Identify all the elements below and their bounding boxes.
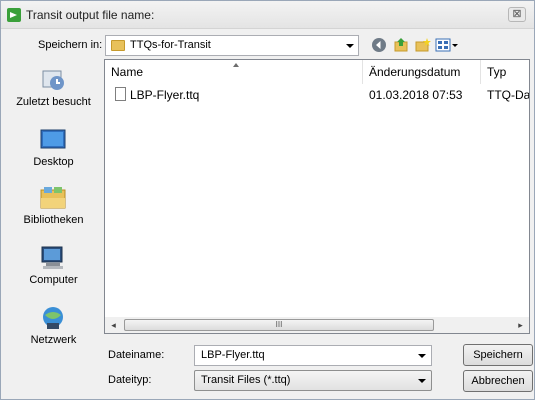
close-button[interactable]: ⊠ [508, 7, 526, 22]
place-label: Bibliotheken [23, 214, 84, 226]
column-header-name[interactable]: Name [105, 60, 363, 84]
column-label: Typ [487, 65, 507, 79]
file-name: LBP-Flyer.ttq [130, 88, 200, 102]
save-in-label: Speichern in: [38, 39, 103, 51]
filetype-label: Dateityp: [108, 374, 152, 386]
computer-icon [41, 246, 63, 269]
column-header-modified[interactable]: Änderungsdatum [363, 60, 481, 84]
file-icon [115, 87, 126, 101]
filetype-select[interactable]: Transit Files (*.ttq) [194, 370, 432, 391]
filename-input[interactable]: LBP-Flyer.ttq [194, 345, 432, 366]
horizontal-scrollbar[interactable]: ◂ III ▸ [104, 317, 530, 334]
folder-icon [111, 40, 125, 51]
file-list[interactable]: Name Änderungsdatum Typ LBP-Flyer.ttq 01… [104, 59, 530, 334]
title-bar: Transit output file name: ⊠ [1, 1, 534, 29]
file-modified: 01.03.2018 07:53 [369, 88, 463, 102]
place-label: Computer [29, 274, 78, 286]
back-icon[interactable] [371, 37, 387, 53]
column-label: Änderungsdatum [369, 65, 461, 79]
scroll-right-icon[interactable]: ▸ [512, 317, 529, 333]
transit-app-icon [7, 8, 21, 22]
place-label: Desktop [33, 156, 74, 168]
save-button[interactable]: Speichern [463, 344, 533, 366]
filename-label: Dateiname: [108, 349, 165, 361]
table-row[interactable]: LBP-Flyer.ttq 01.03.2018 07:53 TTQ-Datei [105, 86, 529, 104]
libraries-icon [40, 187, 66, 209]
new-folder-icon[interactable] [415, 37, 431, 53]
places-bar: Zuletzt besucht Desktop Bibliotheken Com… [7, 59, 100, 395]
place-desktop[interactable]: Desktop [7, 127, 100, 179]
chevron-down-icon [346, 44, 354, 48]
view-menu-icon[interactable] [435, 37, 459, 53]
up-folder-icon[interactable] [393, 37, 409, 53]
sort-ascending-icon [233, 63, 239, 67]
place-libraries[interactable]: Bibliotheken [7, 185, 100, 237]
current-folder: TTQs-for-Transit [130, 39, 211, 51]
chevron-down-icon [418, 379, 426, 383]
place-recent[interactable]: Zuletzt besucht [7, 67, 100, 119]
column-header-type[interactable]: Typ [481, 60, 529, 84]
filename-value: LBP-Flyer.ttq [201, 349, 265, 361]
place-label: Zuletzt besucht [16, 96, 91, 108]
save-dialog: Transit output file name: ⊠ Speichern in… [0, 0, 535, 400]
network-icon [43, 307, 63, 329]
file-type: TTQ-Datei [487, 88, 530, 102]
place-label: Netzwerk [30, 334, 77, 346]
place-network[interactable]: Netzwerk [7, 305, 100, 357]
column-label: Name [111, 65, 144, 79]
dialog-title: Transit output file name: [26, 8, 155, 22]
scroll-thumb[interactable]: III [124, 319, 434, 331]
save-in-dropdown[interactable]: TTQs-for-Transit [105, 35, 359, 56]
recent-places-icon [42, 70, 64, 90]
place-computer[interactable]: Computer [7, 245, 100, 297]
desktop-icon [40, 129, 66, 149]
filetype-value: Transit Files (*.ttq) [201, 374, 291, 386]
chevron-down-icon[interactable] [418, 354, 426, 358]
scroll-left-icon[interactable]: ◂ [105, 317, 122, 333]
cancel-button[interactable]: Abbrechen [463, 370, 533, 392]
